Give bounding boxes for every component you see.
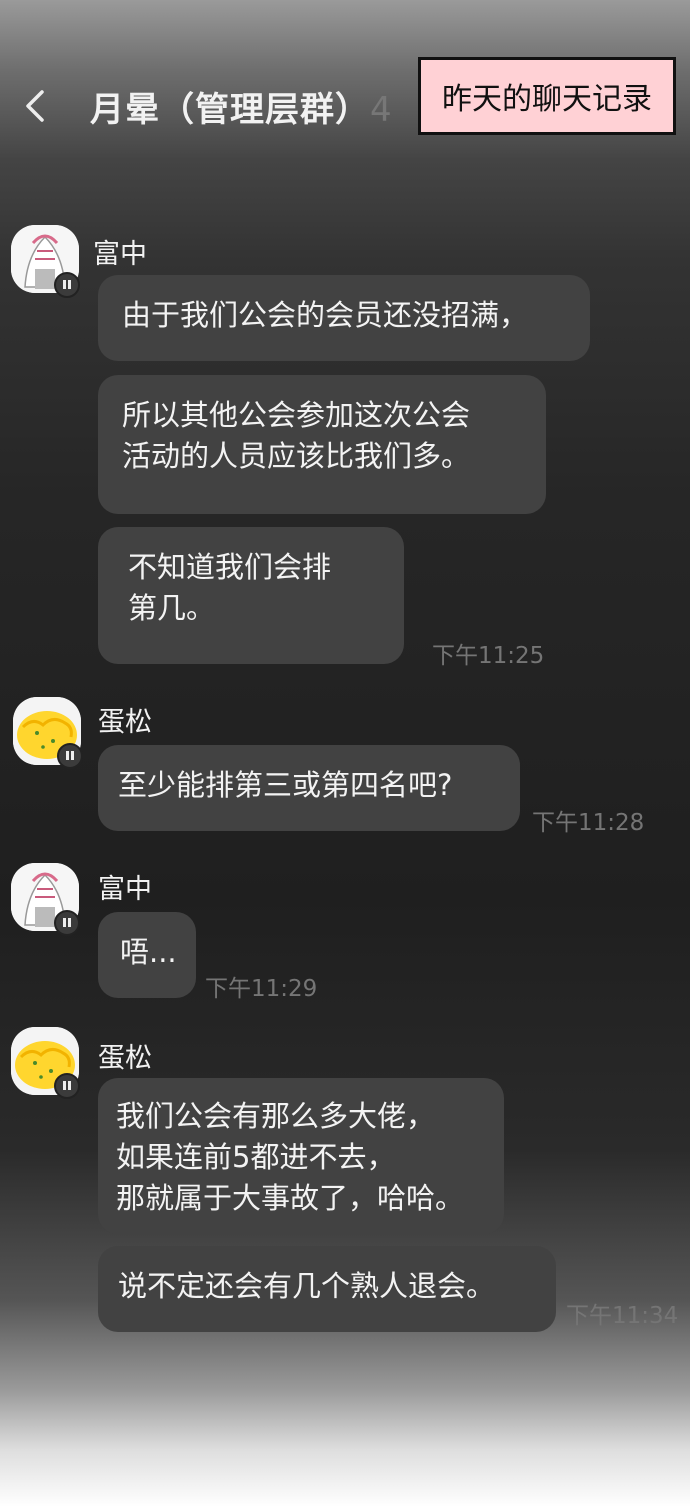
avatar-badge-icon bbox=[54, 1073, 80, 1099]
chat-title: 月晕（管理层群）4 bbox=[90, 82, 420, 131]
avatar-badge-icon bbox=[57, 743, 83, 769]
sender-name: 蛋松 bbox=[98, 1043, 152, 1074]
message-bubble[interactable]: 所以其他公会参加这次公会 活动的人员应该比我们多。 bbox=[98, 375, 546, 514]
chat-header: 月晕（管理层群）4 昨天的聊天记录 bbox=[0, 57, 690, 150]
sender-name: 富中 bbox=[93, 239, 147, 270]
message-bubble[interactable]: 我们公会有那么多大佬， 如果连前5都进不去， 那就属于大事故了，哈哈。 bbox=[98, 1078, 504, 1234]
sender-name: 富中 bbox=[98, 874, 152, 905]
message-time: 下午11:28 bbox=[532, 810, 645, 836]
message-bubble[interactable]: 唔... bbox=[98, 912, 196, 998]
message-bubble[interactable]: 说不定还会有几个熟人退会。 bbox=[98, 1246, 556, 1332]
avatar-badge-icon bbox=[54, 910, 80, 936]
message-bubble[interactable]: 至少能排第三或第四名吧? bbox=[98, 745, 520, 831]
member-count: 4 bbox=[370, 90, 393, 130]
back-arrow-icon[interactable] bbox=[22, 88, 50, 124]
message-bubble[interactable]: 由于我们公会的会员还没招满， bbox=[98, 275, 590, 361]
message-time: 下午11:34 bbox=[566, 1303, 679, 1329]
message-time: 下午11:29 bbox=[205, 976, 318, 1002]
message-bubble[interactable]: 不知道我们会排 第几。 bbox=[98, 527, 404, 664]
group-name: 月晕（管理层群） bbox=[90, 90, 370, 130]
sender-name: 蛋松 bbox=[98, 707, 152, 738]
message-time: 下午11:25 bbox=[432, 643, 545, 669]
caption-box: 昨天的聊天记录 bbox=[418, 57, 676, 135]
avatar-badge-icon bbox=[54, 272, 80, 298]
